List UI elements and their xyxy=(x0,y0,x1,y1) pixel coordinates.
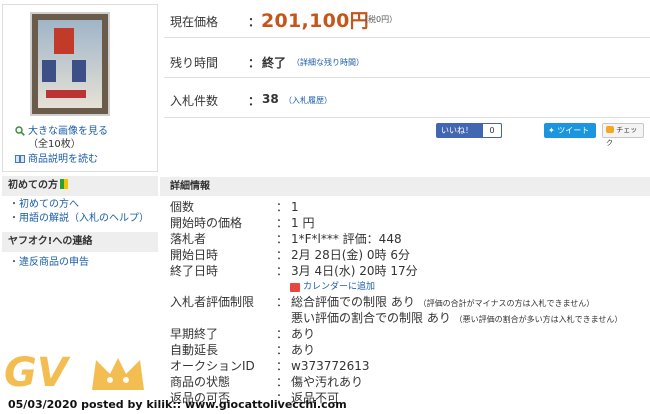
add-to-calendar-link[interactable]: カレンダーに追加 xyxy=(164,279,650,295)
time-left-colon: ： xyxy=(248,56,261,70)
detail-row-auction-id: オークションID： w373772613 xyxy=(170,359,370,373)
detail-row-rating-limit-bad: 悪い評価の割合での制限 あり （悪い評価の割合が多い方は入札できません） xyxy=(291,311,623,325)
tweet-label: ツイート xyxy=(557,126,590,135)
book-icon xyxy=(15,155,25,163)
thumbnail-robot-left xyxy=(42,60,56,82)
sidebar-item-first-time[interactable]: ・初めての方へ xyxy=(9,198,79,211)
magnifier-icon xyxy=(15,126,25,136)
detail-row-rating-limit: 入札者評価制限： 総合評価での制限 あり （評価の合計がマイナスの方は入札できま… xyxy=(170,294,595,310)
detail-row-early-end: 早期終了：あり xyxy=(170,327,316,341)
read-description-link[interactable]: 商品説明を読む xyxy=(15,153,98,166)
facebook-like-button[interactable]: いいね！ 0 xyxy=(436,123,502,138)
price-tax: （税0円） xyxy=(360,15,398,24)
detail-row-start-price: 開始時の価格： 1 円 xyxy=(170,216,315,230)
product-thumbnail[interactable] xyxy=(30,12,110,116)
detail-section-title: 詳細情報 xyxy=(160,177,650,196)
crown-logo-icon xyxy=(92,358,144,390)
image-count: （全10枚） xyxy=(28,139,81,150)
like-label: いいね！ xyxy=(441,126,473,135)
watermark-text: GV xyxy=(4,350,68,396)
view-large-image-link[interactable]: 大きな画像を見る （全10枚） xyxy=(15,125,157,151)
bid-count-label: 入札件数 xyxy=(170,94,219,108)
social-buttons: いいね！ 0 ✦ ツイート チェック xyxy=(164,118,650,147)
check-icon xyxy=(606,126,614,133)
bid-count-colon: ： xyxy=(248,94,261,108)
detail-row-winner: 落札者： 1*F*l*** 評価：448 xyxy=(170,231,402,247)
price-row: 現在価格 ： 201,100円 （税0円） xyxy=(164,0,650,38)
price-label: 現在価格 xyxy=(170,15,219,29)
bid-count-row: 入札件数 ： 38 （入札履歴） xyxy=(164,78,650,118)
time-left-value: 終了 xyxy=(262,56,287,70)
detail-row-start-date: 開始日時： 2月 28日(金) 0時 6分 xyxy=(170,248,410,262)
time-left-label: 残り時間 xyxy=(170,56,219,70)
price-colon: ： xyxy=(248,15,261,29)
beginner-section-title: 初めての方 xyxy=(2,176,158,196)
detail-row-condition: 商品の状態：傷や汚れあり xyxy=(170,375,364,389)
winner-value[interactable]: 1*F*l*** 評価：448 xyxy=(291,231,402,247)
sidebar-item-report-violation[interactable]: ・違反商品の申告 xyxy=(9,256,89,269)
sidebar-item-glossary[interactable]: ・用語の解説（入札のヘルプ） xyxy=(9,212,149,225)
thumbnail-vehicle xyxy=(46,90,86,98)
detail-row-quantity: 個数： 1 xyxy=(170,200,299,214)
tweet-button[interactable]: ✦ ツイート xyxy=(544,123,596,138)
like-count: 0 xyxy=(482,123,502,138)
bid-count-value: 38 xyxy=(262,92,279,106)
current-price: 201,100円 xyxy=(261,10,369,32)
watermark-logo: GV xyxy=(0,350,150,400)
contact-section-title: ヤフオク!への連絡 xyxy=(2,232,158,252)
thumbnail-robot-right xyxy=(72,60,86,82)
check-button[interactable]: チェック xyxy=(602,123,644,147)
bird-icon: ✦ xyxy=(548,126,555,135)
detail-row-auto-extend: 自動延長：あり xyxy=(170,343,316,357)
beginner-mark-icon xyxy=(60,179,68,189)
detail-row-end-date: 終了日時： 3月 4日(水) 20時 17分 xyxy=(170,264,418,278)
thumbnail-robot-head xyxy=(54,28,74,54)
view-large-image-label[interactable]: 大きな画像を見る xyxy=(28,126,108,137)
detailed-time-link[interactable]: （詳細な残り時間） xyxy=(292,57,364,68)
rating-limit-link[interactable]: 入札者評価制限 xyxy=(170,294,254,310)
time-left-row: 残り時間 ： 終了 （詳細な残り時間） xyxy=(164,38,650,78)
bid-history-link[interactable]: （入札履歴） xyxy=(284,95,332,106)
footer-credit: 05/03/2020 posted by kilik:: www.giocatt… xyxy=(8,398,347,411)
read-description-label[interactable]: 商品説明を読む xyxy=(28,153,98,166)
image-panel: 大きな画像を見る （全10枚） 商品説明を読む xyxy=(2,4,158,172)
auction-main: 現在価格 ： 201,100円 （税0円） 残り時間 ： 終了 （詳細な残り時間… xyxy=(160,0,650,414)
calendar-icon xyxy=(290,283,300,292)
